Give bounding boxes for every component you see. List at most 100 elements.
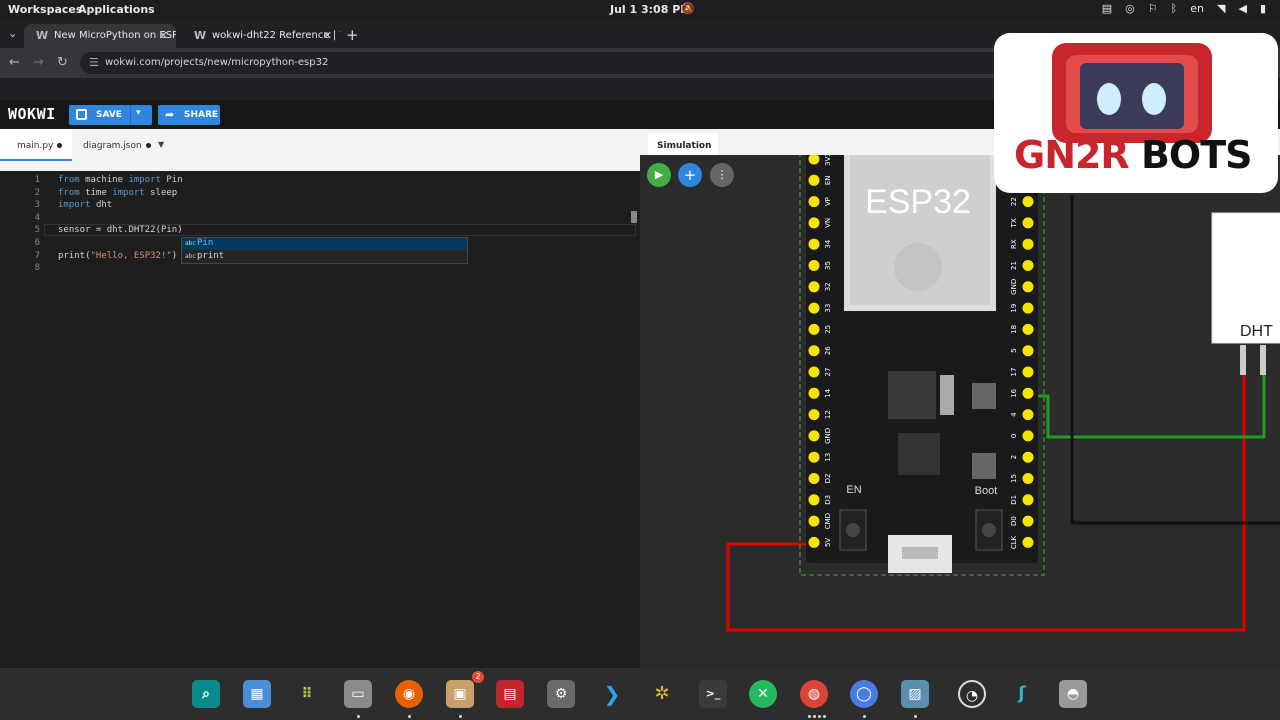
volume-icon[interactable]: ◀	[1238, 2, 1246, 15]
code-line: import dht	[58, 200, 112, 210]
pin-left-11[interactable]	[808, 387, 820, 399]
pin-left-12[interactable]	[808, 409, 820, 421]
pin-right-18[interactable]	[1022, 536, 1034, 548]
pin-label-left-11: 14	[824, 388, 832, 397]
pin-left-1[interactable]	[808, 174, 820, 186]
applications-menu[interactable]: Applications	[78, 3, 155, 16]
pin-left-16[interactable]	[808, 494, 820, 506]
code-token: from	[58, 175, 86, 185]
obs-studio-icon[interactable]: ◔	[958, 680, 986, 708]
app-grid-icon[interactable]: ⠿	[293, 680, 321, 708]
save-button[interactable]: SAVE ▾	[69, 105, 152, 125]
pin-right-10[interactable]	[1022, 366, 1034, 378]
wifi-icon[interactable]: ◥	[1217, 2, 1225, 15]
running-indicator	[823, 715, 826, 718]
pin-right-14[interactable]	[1022, 451, 1034, 463]
password-manager-icon[interactable]: ◓	[1059, 680, 1087, 708]
editor-scrollbar[interactable]	[631, 211, 637, 224]
package-store-icon[interactable]: ▣	[446, 680, 474, 708]
pin-right-5[interactable]	[1022, 260, 1034, 271]
forward-arrow-icon[interactable]: →	[33, 55, 44, 70]
back-arrow-icon[interactable]: ←	[9, 55, 20, 70]
pin-right-2[interactable]	[1022, 196, 1034, 208]
pin-left-7[interactable]	[808, 302, 820, 314]
pin-left-8[interactable]	[808, 323, 820, 335]
pin-right-7[interactable]	[1022, 302, 1034, 314]
browser-tab-wokwi-project[interactable]: W New MicroPython on ESP32 S ✕	[24, 24, 176, 48]
simulation-canvas[interactable]: ▶ + ⋮ ESP32 EN Boot 3V3 EN VP VN 34 35 3…	[640, 155, 1280, 668]
files-folder-icon[interactable]: ▭	[344, 680, 372, 708]
pin-left-17[interactable]	[808, 515, 820, 527]
pin-right-13[interactable]	[1022, 430, 1034, 442]
pin-right-9[interactable]	[1022, 345, 1034, 357]
pin-left-5[interactable]	[808, 260, 820, 271]
clipboard-icon[interactable]: ▤	[1102, 2, 1112, 15]
settings-gear-icon[interactable]: ⚙	[547, 680, 575, 708]
pin-left-15[interactable]	[808, 473, 820, 484]
share-button[interactable]: ➦ SHARE	[158, 105, 220, 125]
pin-left-2[interactable]	[808, 196, 820, 208]
reload-icon[interactable]: ↻	[57, 55, 68, 70]
tab-diagram-json[interactable]: diagram.json	[76, 129, 156, 161]
pin-left-3[interactable]	[808, 217, 820, 229]
close-tab-icon[interactable]: ✕	[323, 29, 332, 42]
new-tab-plus-icon[interactable]: +	[346, 26, 359, 44]
slack-icon[interactable]: ✲	[648, 680, 676, 708]
image-viewer-icon[interactable]: ▨	[901, 680, 929, 708]
pin-right-4[interactable]	[1022, 238, 1034, 250]
pin-left-6[interactable]	[808, 281, 820, 293]
notifications-muted-icon[interactable]: 🔕	[681, 2, 695, 15]
pin-right-12[interactable]	[1022, 409, 1034, 421]
pin-left-14[interactable]	[808, 451, 820, 463]
pin-label-left-4: 34	[824, 239, 832, 248]
pin-left-10[interactable]	[808, 366, 820, 378]
vscode-icon[interactable]: ❯	[598, 680, 626, 708]
wokwi-logo[interactable]: WOKWI	[8, 105, 56, 123]
browser-tab-dht22-reference[interactable]: W wokwi-dht22 Reference | Wo ✕	[182, 24, 340, 48]
site-info-icon[interactable]: ☰	[89, 56, 99, 69]
pin-right-3[interactable]	[1022, 217, 1034, 229]
pin-label-left-18: 5V	[824, 538, 832, 547]
pin-right-17[interactable]	[1022, 515, 1034, 527]
clock[interactable]: Jul 1 3:08 PM	[610, 3, 691, 16]
pin-label-right-11: 16	[1010, 388, 1018, 397]
firefox-icon[interactable]: ◉	[395, 680, 423, 708]
pin-label-right-6: GND	[1010, 279, 1018, 295]
scripting-tool-icon[interactable]: ʃ	[1008, 680, 1036, 708]
battery-icon[interactable]: ▮	[1260, 2, 1266, 15]
pin-right-15[interactable]	[1022, 473, 1034, 484]
tab-title: wokwi-dht22 Reference | Wo	[212, 30, 340, 41]
pin-left-18[interactable]	[808, 536, 820, 548]
autocomplete-item[interactable]: abc print	[182, 251, 467, 263]
bluetooth-icon[interactable]: ᛒ	[1171, 2, 1178, 15]
workspaces-menu[interactable]: Workspaces	[8, 3, 82, 16]
tab-simulation[interactable]: Simulation	[648, 133, 718, 155]
color-picker-icon[interactable]: ◎	[1125, 2, 1135, 15]
code-token: Pin	[166, 175, 183, 185]
pin-left-9[interactable]	[808, 345, 820, 357]
pin-right-6[interactable]	[1022, 281, 1034, 293]
locale-indicator[interactable]: en	[1190, 2, 1204, 15]
unsaved-dot-icon	[57, 143, 63, 148]
pin-right-11[interactable]	[1022, 387, 1034, 399]
tab-search-chevron-icon[interactable]: ⌄	[8, 27, 17, 40]
pin-label-left-0: 3V3	[824, 155, 832, 166]
file-menu-dropdown-icon[interactable]: ▼	[158, 140, 164, 149]
tab-main-py[interactable]: main.py	[0, 129, 72, 161]
pin-right-16[interactable]	[1022, 494, 1034, 506]
chrome-icon[interactable]: ◍	[800, 680, 828, 708]
window-manager-icon[interactable]: ▦	[243, 680, 271, 708]
autocomplete-item[interactable]: abc Pin	[182, 238, 467, 250]
app-indicator-icon[interactable]: ⚐	[1148, 2, 1158, 15]
search-icon[interactable]: ⌕	[192, 680, 220, 708]
screenshot-tool-icon[interactable]: ◯	[850, 680, 878, 708]
terminal-icon[interactable]: >_	[699, 680, 727, 708]
close-tab-icon[interactable]: ✕	[159, 29, 168, 42]
pin-right-8[interactable]	[1022, 323, 1034, 335]
crossover-icon[interactable]: ✕	[749, 680, 777, 708]
screen-recorder-icon[interactable]: ▤	[496, 680, 524, 708]
code-area[interactable]: 1 from machine import Pin 2 from time impor…	[0, 171, 640, 668]
save-dropdown-icon[interactable]: ▾	[136, 108, 141, 118]
pin-left-4[interactable]	[808, 238, 820, 250]
pin-left-13[interactable]	[808, 430, 820, 442]
